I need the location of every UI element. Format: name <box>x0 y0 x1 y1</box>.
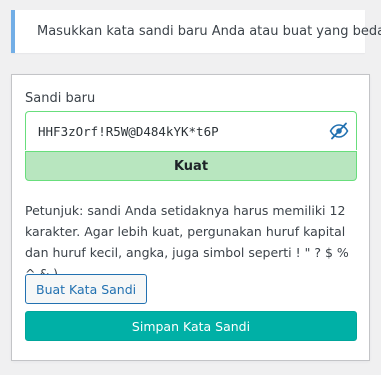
reset-password-form: Sandi baru HHF3zOrf!R5W@D484kYK*t6P Kuat… <box>11 74 370 361</box>
eye-slash-icon[interactable] <box>328 121 350 141</box>
save-password-button[interactable]: Simpan Kata Sandi <box>25 311 357 341</box>
password-strength-meter: Kuat <box>25 151 357 181</box>
generate-password-button[interactable]: Buat Kata Sandi <box>25 274 148 304</box>
notice-message: Masukkan kata sandi baru Anda atau buat … <box>37 24 381 39</box>
password-label: Sandi baru <box>25 91 96 106</box>
new-password-input[interactable]: HHF3zOrf!R5W@D484kYK*t6P <box>25 111 357 150</box>
password-hint: Petunjuk: sandi Anda setidaknya harus me… <box>25 203 349 281</box>
info-notice: Masukkan kata sandi baru Anda atau buat … <box>11 10 381 53</box>
password-value[interactable]: HHF3zOrf!R5W@D484kYK*t6P <box>38 124 219 139</box>
